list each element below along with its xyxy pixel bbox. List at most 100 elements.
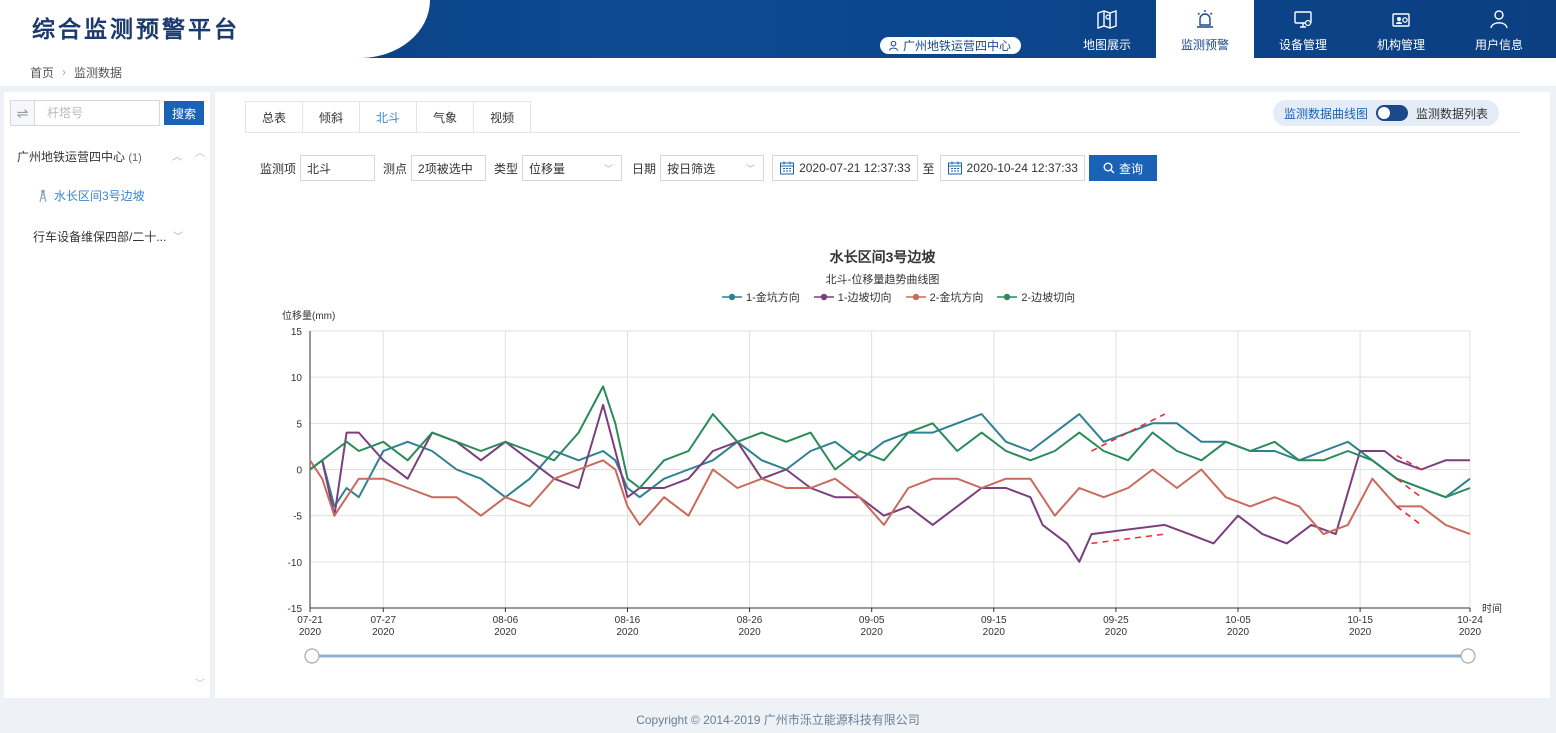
gap-dashed-line [1091, 533, 1165, 545]
breadcrumb: 首页 › 监测数据 [0, 58, 1556, 86]
x-tick-year: 2020 [1459, 627, 1482, 638]
date-range-sep: 至 [922, 161, 935, 176]
point-value: 2项被选中 [418, 161, 473, 176]
legend-marker-icon [997, 293, 1018, 301]
query-button[interactable]: 查询 [1088, 155, 1157, 181]
tab-summary[interactable]: 总表 [246, 102, 304, 133]
nav-map-label: 地图展示 [1082, 38, 1131, 52]
item-label: 监测项 [260, 161, 297, 176]
date-label: 日期 [632, 161, 657, 176]
x-tick-year: 2020 [494, 627, 517, 638]
legend-label: 1-边坡切向 [837, 292, 892, 304]
item-value: 北斗 [307, 161, 332, 176]
tree-group-org[interactable]: 广州地铁运营四中心 (1) ︿ [17, 148, 182, 165]
nav-device[interactable]: 设备管理 [1254, 0, 1352, 58]
legend-label: 1-金坑方向 [746, 292, 800, 304]
x-axis-label: 时间 [1482, 602, 1502, 615]
nav-map[interactable]: 地图展示 [1058, 0, 1156, 58]
legend-item[interactable]: 2-边坡切向 [997, 289, 1075, 305]
tower-icon [39, 189, 47, 202]
x-tick-label: 09-25 [1103, 615, 1129, 626]
start-date-value: 2020-07-21 12:37:33 [799, 161, 911, 175]
main-nav: 地图展示 监测预警 设备管理 机构管理 用户信息 [1058, 0, 1548, 58]
x-tick-year: 2020 [861, 627, 884, 638]
x-tick-year: 2020 [1349, 627, 1372, 638]
swap-icon[interactable]: ⇌ [10, 100, 34, 126]
nav-org[interactable]: 机构管理 [1352, 0, 1450, 58]
chart-title: 水长区间3号边坡 [829, 249, 936, 265]
nav-alarm[interactable]: 监测预警 [1156, 0, 1254, 58]
calendar-icon [947, 161, 962, 175]
sidebar: ⇌ 搜索 广州地铁运营四中心 (1) ︿ 水长区间3号边坡 行车设备维保四部/二… [4, 92, 210, 698]
x-tick-label: 10-15 [1347, 615, 1373, 626]
tree-group-org-count: (1) [128, 152, 142, 164]
trend-chart: 151050-5-10-1507-21202007-27202008-06202… [282, 309, 1502, 664]
legend-item[interactable]: 1-金坑方向 [722, 289, 800, 305]
tree-group-dept[interactable]: 行车设备维保四部/二十... ﹀ [33, 228, 183, 245]
chart-legend: 1-金坑方向 1-边坡切向 2-金坑方向 2-边坡切向 [722, 289, 1075, 305]
breadcrumb-current: 监测数据 [74, 65, 123, 80]
brand-area: 综合监测预警平台 [0, 0, 430, 58]
x-tick-label: 07-21 [297, 615, 323, 626]
view-switch[interactable] [1376, 105, 1408, 121]
user-icon [1490, 10, 1508, 29]
legend-marker-icon [905, 293, 926, 301]
y-tick-label: 5 [296, 419, 302, 430]
chevron-up-icon[interactable]: ︿ [172, 148, 182, 165]
x-tick-year: 2020 [299, 627, 322, 638]
search-input[interactable] [34, 100, 160, 126]
gap-dashed-line [1396, 478, 1422, 498]
nav-user[interactable]: 用户信息 [1450, 0, 1548, 58]
top-header: 综合监测预警平台 广州地铁运营四中心 地图展示 监测预警 设备管理 机构管理 用… [0, 0, 1556, 58]
monitor-icon [1294, 11, 1312, 28]
item-select[interactable]: 北斗 [300, 155, 376, 181]
breadcrumb-home[interactable]: 首页 [30, 64, 54, 81]
chevron-down-icon[interactable]: ﹀ [173, 228, 183, 245]
x-tick-label: 08-16 [615, 615, 641, 626]
date-mode-select[interactable]: 按日筛选 ﹀ [660, 155, 765, 181]
scroll-down-icon[interactable]: ﹀ [195, 675, 205, 690]
view-list-label[interactable]: 监测数据列表 [1416, 105, 1488, 122]
tab-beidou[interactable]: 北斗 [360, 102, 418, 133]
view-chart-label[interactable]: 监测数据曲线图 [1284, 105, 1368, 122]
legend-label: 2-边坡切向 [1021, 292, 1076, 304]
y-tick-label: -5 [293, 512, 302, 523]
point-select[interactable]: 2项被选中 [411, 155, 487, 181]
chart-subtitle: 北斗-位移量趋势曲线图 [825, 274, 940, 286]
nav-alarm-label: 监测预警 [1180, 38, 1229, 52]
tab-tilt[interactable]: 倾斜 [303, 102, 361, 133]
scroll-up-icon[interactable]: ︿ [195, 144, 205, 159]
filter-bar: 监测项 北斗 测点 2项被选中 类型 位移量 ﹀ 日期 按日筛选 ﹀ 2020-07… [260, 155, 1157, 181]
end-date-input[interactable]: 2020-10-24 12:37:33 [939, 155, 1085, 181]
monitor-tabs: 总表 倾斜 北斗 气象 视频 [245, 101, 532, 133]
series-line-1 [309, 403, 1470, 563]
series-line-0 [309, 413, 1471, 508]
x-tick-year: 2020 [1105, 627, 1128, 638]
x-tick-label: 10-24 [1457, 615, 1483, 626]
tree-leaf-label: 水长区间3号边坡 [54, 189, 145, 203]
query-label: 查询 [1118, 161, 1143, 176]
tab-video[interactable]: 视频 [474, 102, 531, 133]
legend-item[interactable]: 2-金坑方向 [905, 289, 983, 305]
search-button[interactable]: 搜索 [164, 101, 204, 125]
x-tick-year: 2020 [616, 627, 639, 638]
nav-device-label: 设备管理 [1278, 38, 1327, 52]
nav-user-label: 用户信息 [1474, 38, 1523, 52]
tab-weather[interactable]: 气象 [417, 102, 475, 133]
current-org-badge[interactable]: 广州地铁运营四中心 [880, 37, 1022, 54]
chevron-down-icon: ﹀ [746, 163, 756, 174]
person-icon [888, 40, 899, 51]
footer-copyright: Copyright © 2014-2019 广州市泺立能源科技有限公司 [636, 713, 920, 727]
type-select[interactable]: 位移量 ﹀ [522, 155, 623, 181]
main-panel: 15 10 5 0 -5 -10 -15 07-21 2020 07-27 2020 08-06 202… [215, 92, 1550, 698]
legend-item[interactable]: 1-边坡切向 [813, 289, 892, 305]
y-tick-label: -15 [288, 604, 303, 615]
breadcrumb-separator-icon: › [62, 65, 67, 79]
x-tick-label: 08-26 [737, 615, 763, 626]
x-tick-label: 08-06 [493, 615, 519, 626]
calendar-icon [780, 161, 795, 175]
x-tick-label: 10-05 [1225, 615, 1251, 626]
tree-leaf-site[interactable]: 水长区间3号边坡 [36, 187, 145, 204]
x-tick-year: 2020 [738, 627, 761, 638]
start-date-input[interactable]: 2020-07-21 12:37:33 [772, 155, 918, 181]
